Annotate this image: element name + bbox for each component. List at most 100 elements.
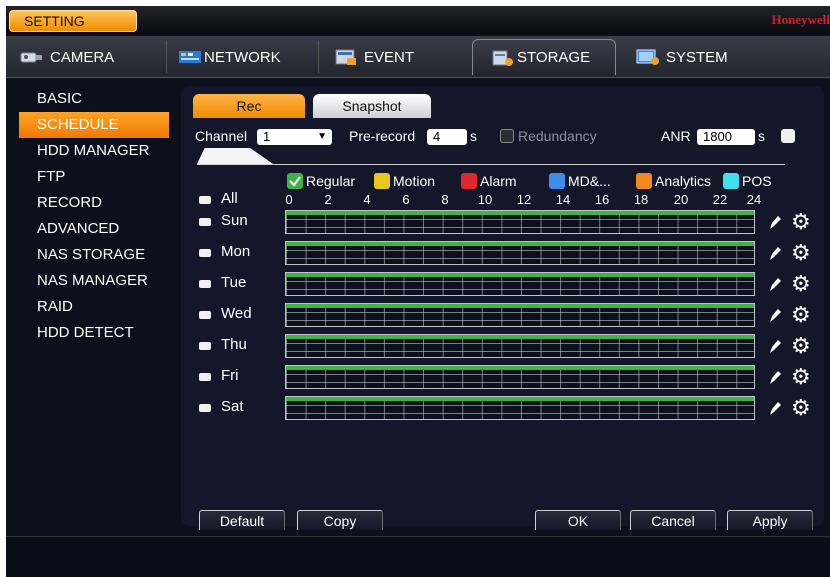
sidebar: BASIC SCHEDULE HDD MANAGER FTP RECORD AD… — [19, 86, 169, 346]
sidebar-item-nas-storage[interactable]: NAS STORAGE — [19, 242, 169, 268]
tab-event[interactable]: EVENT — [334, 39, 414, 75]
md-swatch-icon — [549, 173, 565, 189]
pencil-icon[interactable] — [765, 398, 785, 418]
apply-button[interactable]: Apply — [727, 510, 813, 530]
gear-icon[interactable]: ⚙ — [791, 365, 811, 389]
day-label: Sun — [221, 212, 248, 229]
copy-button[interactable]: Copy — [297, 510, 383, 530]
sidebar-item-hdd-detect[interactable]: HDD DETECT — [19, 320, 169, 346]
all-days-checkbox[interactable] — [199, 196, 211, 204]
pencil-icon[interactable] — [765, 305, 785, 325]
pencil-icon[interactable] — [765, 367, 785, 387]
legend-regular[interactable]: Regular — [287, 172, 355, 190]
legend-label: Regular — [306, 173, 356, 189]
analytics-swatch-icon — [636, 173, 652, 189]
regular-check-icon — [287, 173, 303, 189]
hour-label: 4 — [363, 192, 371, 207]
legend-motion[interactable]: Motion — [374, 172, 435, 190]
day-row-tue: Tue ⚙ — [199, 272, 819, 296]
day-timeline[interactable] — [285, 272, 755, 296]
pencil-icon[interactable] — [765, 212, 785, 232]
day-checkbox[interactable] — [199, 342, 211, 350]
tab-system[interactable]: SYSTEM — [636, 39, 728, 75]
pencil-icon[interactable] — [765, 336, 785, 356]
hour-label: 24 — [746, 192, 762, 207]
storage-icon — [491, 49, 515, 67]
sidebar-item-raid[interactable]: RAID — [19, 294, 169, 320]
day-checkbox[interactable] — [199, 218, 211, 226]
dvr-screen: SETTING Honeywell CAMERA NETWORK EVENT S… — [6, 6, 830, 577]
tab-camera[interactable]: CAMERA — [20, 39, 114, 75]
day-checkbox[interactable] — [199, 249, 211, 257]
gear-icon[interactable]: ⚙ — [791, 272, 811, 296]
hour-label: 2 — [324, 192, 332, 207]
divider — [197, 164, 785, 165]
motion-swatch-icon — [374, 173, 390, 189]
sidebar-item-advanced[interactable]: ADVANCED — [19, 216, 169, 242]
pencil-icon[interactable] — [765, 274, 785, 294]
pencil-icon[interactable] — [765, 243, 785, 263]
tab-rec[interactable]: Rec — [193, 94, 305, 118]
sidebar-item-nas-manager[interactable]: NAS MANAGER — [19, 268, 169, 294]
day-checkbox[interactable] — [199, 404, 211, 412]
day-checkbox[interactable] — [199, 373, 211, 381]
legend-alarm[interactable]: Alarm — [461, 172, 517, 190]
anr-input[interactable]: 1800 — [697, 129, 755, 145]
gear-icon[interactable]: ⚙ — [791, 334, 811, 358]
day-label: Thu — [221, 336, 247, 353]
tab-label: STORAGE — [517, 49, 591, 66]
day-timeline[interactable] — [285, 303, 755, 327]
status-bar — [6, 536, 830, 577]
period-tab[interactable] — [197, 148, 273, 164]
gear-icon[interactable]: ⚙ — [791, 396, 811, 420]
tab-divider — [318, 41, 319, 73]
channel-select[interactable]: 1 ▼ — [257, 129, 332, 145]
gear-icon[interactable]: ⚙ — [791, 303, 811, 327]
camera-icon — [20, 48, 44, 66]
gear-icon[interactable]: ⚙ — [791, 241, 811, 265]
regular-bar — [286, 335, 754, 339]
prerecord-input[interactable]: 4 — [427, 129, 467, 145]
tab-snapshot[interactable]: Snapshot — [313, 94, 431, 118]
anr-checkbox[interactable] — [781, 129, 795, 143]
tab-label: CAMERA — [50, 48, 115, 66]
regular-bar — [286, 397, 754, 401]
day-row-wed: Wed ⚙ — [199, 303, 819, 327]
all-days-label: All — [221, 190, 238, 207]
tab-storage[interactable]: STORAGE — [472, 39, 616, 75]
setting-button[interactable]: SETTING — [9, 10, 137, 32]
day-timeline[interactable] — [285, 334, 755, 358]
chevron-down-icon: ▼ — [317, 131, 327, 142]
sidebar-item-ftp[interactable]: FTP — [19, 164, 169, 190]
legend-label: Alarm — [480, 173, 517, 189]
legend-label: Motion — [393, 173, 436, 189]
hour-label: 6 — [402, 192, 410, 207]
default-button[interactable]: Default — [199, 510, 285, 530]
channel-value: 1 — [263, 129, 271, 144]
day-checkbox[interactable] — [199, 311, 211, 319]
legend-pos[interactable]: POS — [723, 172, 772, 190]
day-checkbox[interactable] — [199, 280, 211, 288]
anr-unit: s — [758, 128, 765, 144]
tab-network[interactable]: NETWORK — [178, 39, 281, 75]
day-timeline[interactable] — [285, 365, 755, 389]
cancel-button[interactable]: Cancel — [630, 510, 716, 530]
legend-analytics[interactable]: Analytics — [636, 172, 711, 190]
redundancy-checkbox[interactable] — [500, 129, 514, 143]
day-timeline[interactable] — [285, 210, 755, 234]
sidebar-item-hdd-manager[interactable]: HDD MANAGER — [19, 138, 169, 164]
tab-label: NETWORK — [204, 48, 281, 66]
day-timeline[interactable] — [285, 396, 755, 420]
gear-icon[interactable]: ⚙ — [791, 210, 811, 234]
network-icon — [178, 48, 202, 66]
ok-button[interactable]: OK — [535, 510, 621, 530]
day-timeline[interactable] — [285, 241, 755, 265]
sidebar-item-record[interactable]: RECORD — [19, 190, 169, 216]
day-row-thu: Thu ⚙ — [199, 334, 819, 358]
sidebar-item-schedule[interactable]: SCHEDULE — [19, 112, 169, 138]
legend-label: POS — [742, 173, 772, 189]
legend-md[interactable]: MD&... — [549, 172, 611, 190]
legend-label: Analytics — [655, 173, 712, 189]
sidebar-item-basic[interactable]: BASIC — [19, 86, 169, 112]
hour-label: 8 — [441, 192, 449, 207]
